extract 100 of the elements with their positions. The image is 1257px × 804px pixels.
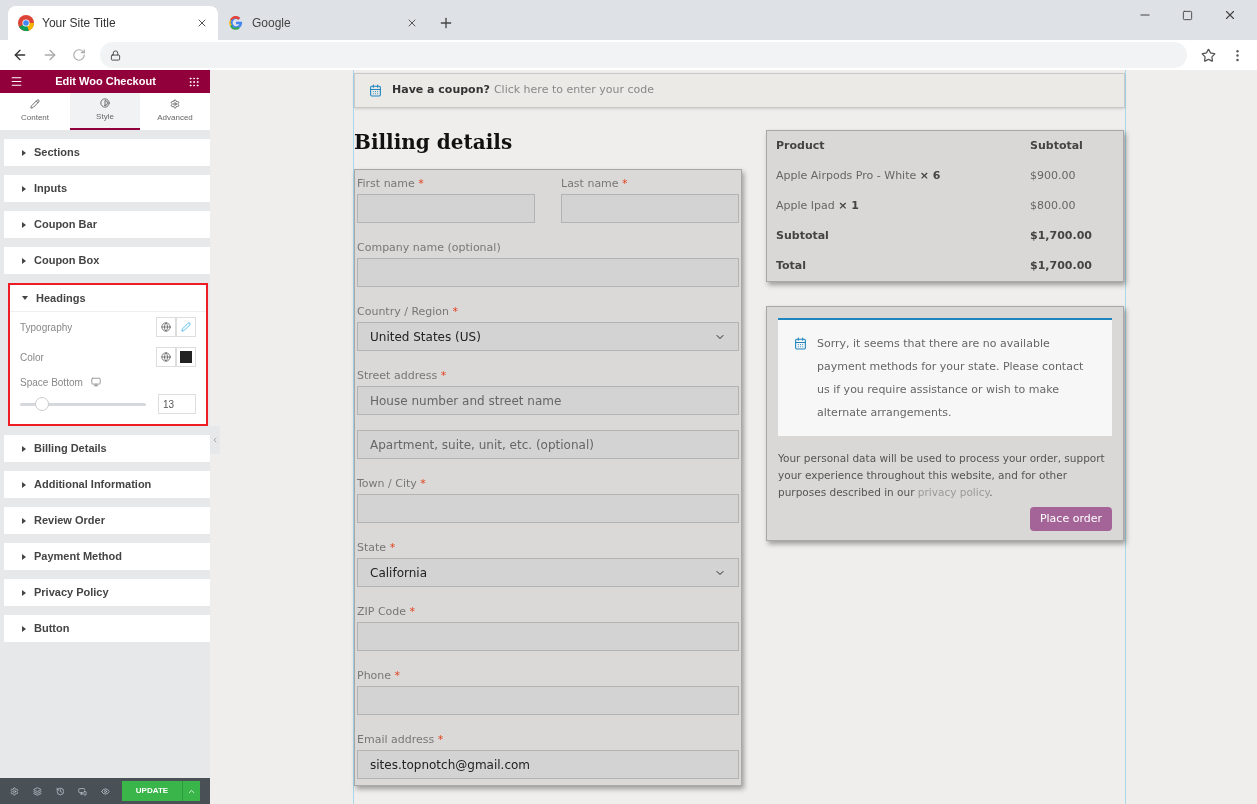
- chrome-logo-icon: [18, 15, 34, 31]
- back-icon[interactable]: [12, 47, 28, 63]
- color-swatch[interactable]: [180, 351, 192, 363]
- section-header[interactable]: Billing Details: [4, 435, 210, 462]
- field-label: State *: [357, 540, 397, 556]
- total-label: Total: [776, 257, 808, 274]
- price: $900.00: [1030, 167, 1076, 184]
- menu-icon[interactable]: [10, 75, 23, 88]
- section-header[interactable]: Sections: [4, 139, 210, 166]
- section-header[interactable]: Inputs: [4, 175, 210, 202]
- panel-tab[interactable]: Style: [70, 93, 140, 130]
- responsive-icon[interactable]: [78, 785, 88, 797]
- caret-right-icon: [22, 257, 26, 264]
- panel-tab[interactable]: Advanced: [140, 93, 210, 130]
- select-field[interactable]: California: [357, 558, 739, 587]
- lock-icon: [110, 49, 121, 61]
- slider-track[interactable]: [20, 397, 146, 411]
- desktop-icon[interactable]: [90, 377, 101, 387]
- section-header[interactable]: Coupon Bar: [4, 211, 210, 238]
- section-header[interactable]: Button: [4, 615, 210, 642]
- caret-right-icon: [22, 625, 26, 632]
- text-field[interactable]: Apartment, suite, unit, etc. (optional): [357, 430, 739, 459]
- text-field[interactable]: [357, 494, 739, 523]
- text-field[interactable]: sites.topnotch@gmail.com: [357, 750, 739, 779]
- caret-down-icon: [22, 296, 28, 300]
- section-header[interactable]: Additional Information: [4, 471, 210, 498]
- browser-tab[interactable]: Your Site Title: [8, 6, 218, 40]
- text-field[interactable]: [357, 686, 739, 715]
- total-amount: $1,700.00: [1030, 257, 1092, 274]
- billing-heading: Billing details: [354, 129, 514, 156]
- calendar-icon: [369, 84, 382, 97]
- section-header[interactable]: Payment Method: [4, 543, 210, 570]
- new-tab-icon[interactable]: [438, 15, 454, 31]
- field-label: Country / Region *: [357, 304, 460, 320]
- column-header: Subtotal: [1030, 137, 1083, 154]
- layers-icon[interactable]: [32, 785, 42, 797]
- panel-title: Edit Woo Checkout: [55, 74, 156, 90]
- field-label: Town / City *: [357, 476, 427, 492]
- edit-icon[interactable]: [176, 317, 196, 337]
- grid-icon[interactable]: [188, 75, 200, 88]
- preview-icon[interactable]: [101, 785, 110, 797]
- contrast-icon: [100, 98, 110, 108]
- text-field[interactable]: [357, 622, 739, 651]
- caret-right-icon: [22, 221, 26, 228]
- number-field[interactable]: 13: [158, 394, 196, 414]
- close-icon[interactable]: [406, 17, 418, 29]
- place-order-button[interactable]: Place order: [1029, 507, 1112, 531]
- product-name: Apple Ipad × 1: [776, 197, 860, 214]
- field-label: Phone *: [357, 668, 402, 684]
- settings-icon[interactable]: [10, 785, 19, 797]
- forward-icon[interactable]: [42, 47, 58, 63]
- close-window-icon[interactable]: [1223, 8, 1237, 22]
- control-label: Space Bottom: [20, 375, 83, 390]
- caret-right-icon: [22, 445, 26, 452]
- caret-right-icon: [22, 149, 26, 156]
- field-label: First name *: [357, 176, 425, 192]
- caret-right-icon: [22, 517, 26, 524]
- global-icon[interactable]: [156, 347, 176, 367]
- price: $800.00: [1030, 197, 1076, 214]
- field-label: Company name (optional): [357, 240, 502, 256]
- caret-right-icon: [22, 589, 26, 596]
- pencil-icon: [30, 99, 40, 109]
- section-header[interactable]: Headings: [10, 285, 206, 312]
- column-header: Product: [776, 137, 826, 154]
- caret-right-icon: [22, 185, 26, 192]
- text-field[interactable]: [357, 194, 535, 223]
- browser-tab[interactable]: Google: [218, 6, 428, 40]
- section-header[interactable]: Privacy Policy: [4, 579, 210, 606]
- notice-text: Sorry, it seems that there are no available payment methods for your state. Please contact us if you require assistance or wish to make alternate arrangements.: [817, 336, 1085, 421]
- history-icon[interactable]: [55, 785, 65, 797]
- field-label: Last name *: [561, 176, 629, 192]
- text-field[interactable]: [561, 194, 739, 223]
- field-label: Email address *: [357, 732, 445, 748]
- gear-icon: [170, 99, 180, 109]
- close-icon[interactable]: [196, 17, 208, 29]
- reload-icon[interactable]: [72, 48, 86, 62]
- select-field[interactable]: United States (US): [357, 322, 739, 351]
- bookmark-icon[interactable]: [1201, 47, 1216, 63]
- slider-thumb[interactable]: [34, 397, 49, 411]
- control-label: Typography: [20, 320, 73, 335]
- tab-title: Your Site Title: [42, 15, 117, 32]
- global-icon[interactable]: [156, 317, 176, 337]
- collapse-handle[interactable]: [210, 426, 220, 454]
- tab-title: Google: [252, 15, 292, 32]
- calendar-icon: [794, 337, 807, 350]
- maximize-icon[interactable]: [1182, 9, 1193, 21]
- caret-right-icon: [22, 553, 26, 560]
- chevron-left-icon: [211, 436, 219, 444]
- total-label: Subtotal: [776, 227, 830, 244]
- text-field[interactable]: [357, 258, 739, 287]
- total-amount: $1,700.00: [1030, 227, 1092, 244]
- google-logo-icon: [228, 15, 244, 31]
- coupon-text: Have a coupon?: [392, 82, 490, 99]
- section-header[interactable]: Coupon Box: [4, 247, 210, 274]
- control-label: Color: [20, 350, 44, 365]
- field-label: ZIP Code *: [357, 604, 417, 620]
- privacy-text: Your personal data will be used to process your order, support your experience throughout this website, and for other purposes described in our privacy policy.: [778, 451, 1106, 500]
- text-field[interactable]: House number and street name: [357, 386, 739, 415]
- panel-tab[interactable]: Content: [0, 93, 70, 130]
- section-header[interactable]: Review Order: [4, 507, 210, 534]
